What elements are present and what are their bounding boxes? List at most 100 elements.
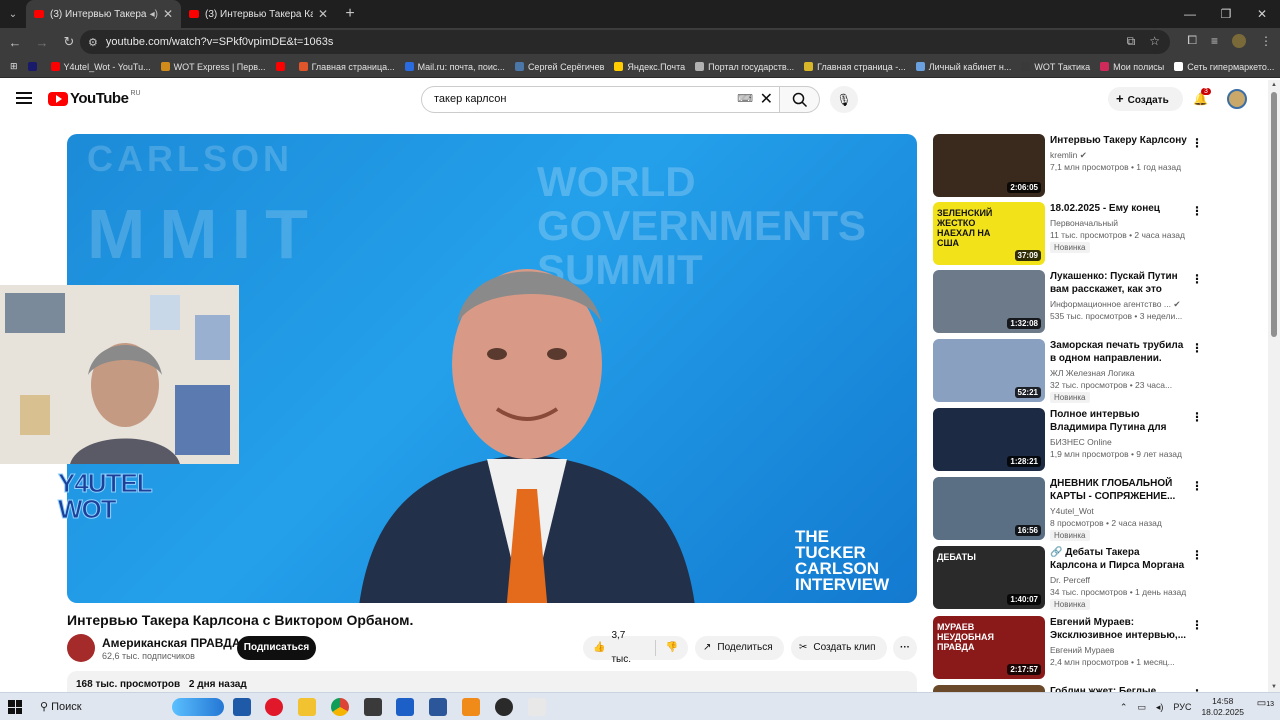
bookmark-item[interactable]: Сергей Серёгичев <box>514 62 604 72</box>
bookmark-r[interactable] <box>27 62 41 71</box>
more-vert-icon[interactable]: ⋮ <box>1191 272 1203 286</box>
video-thumbnail[interactable]: 2:06:05 <box>933 134 1045 197</box>
minimize-icon[interactable]: — <box>1172 0 1208 28</box>
bookmark-item[interactable]: Главная страница... <box>298 62 395 72</box>
notification-center-icon[interactable]: ▭13 <box>1257 698 1274 709</box>
forward-icon[interactable]: → <box>30 35 54 50</box>
bookmark-item[interactable]: Мои полисы <box>1100 62 1164 72</box>
back-icon[interactable]: ← <box>3 35 27 50</box>
chrome-icon[interactable] <box>331 698 349 716</box>
recommendation-channel[interactable]: Dr. Perceff <box>1050 575 1090 585</box>
tab-1[interactable]: (3) Интервью Такера Карлсона ◂) ✕ <box>26 0 181 28</box>
extensions-icon[interactable]: ⧠ <box>1187 33 1197 48</box>
search-input[interactable]: такер карлсон ⌨ ✕ <box>421 86 780 113</box>
bookmark-star-icon[interactable]: ☆ <box>1149 34 1160 49</box>
recommendation-item[interactable]: 2:06:05 Интервью Такеру Карлсону kremlin ✔… <box>933 134 1203 198</box>
bookmark-item[interactable]: Главная страница -... <box>804 62 906 72</box>
recommendation-channel[interactable]: ЖЛ Железная Логика <box>1050 368 1135 378</box>
yandex-browser-icon[interactable] <box>528 698 546 716</box>
video-thumbnail[interactable]: 1:28:21 <box>933 408 1045 471</box>
youtube-logo[interactable]: YouTube RU <box>48 90 141 107</box>
recommendation-title[interactable]: Заморская печать трубила в одном направл… <box>1050 339 1188 365</box>
page-scrollbar[interactable]: ▲ ▼ <box>1268 80 1280 692</box>
apps-icon[interactable]: ⊞ <box>10 61 18 72</box>
recommendation-title[interactable]: 🔗 Дебаты Такера Карлсона и Пирса Моргана… <box>1050 546 1188 573</box>
clip-button[interactable]: ✂ Создать клип <box>791 636 887 660</box>
recommendation-title[interactable]: Полное интервью Владимира Путина для тел… <box>1050 408 1188 435</box>
channel-name[interactable]: Американская ПРАВДА <box>102 636 241 650</box>
more-vert-icon[interactable]: ⋮ <box>1191 618 1203 632</box>
video-thumbnail[interactable]: ЗЕЛЕНСКИЙ ЖЕСТКО НАЕХАЛ НА США 37:09 <box>933 202 1045 265</box>
obs-icon[interactable] <box>495 698 513 716</box>
bookmark-item[interactable]: Портал государств... <box>695 62 794 72</box>
scroll-up-icon[interactable]: ▲ <box>1271 82 1277 88</box>
vlc-icon[interactable] <box>462 698 480 716</box>
media-icon[interactable]: ≡ <box>1211 34 1218 48</box>
tab-2[interactable]: (3) Интервью Такера Карлсона ✕ <box>181 0 336 28</box>
speaker-icon[interactable]: ◂) <box>150 9 158 20</box>
recommendation-item[interactable]: Гоблин жжет: Беглые звёзды...⋮ <box>933 685 1203 692</box>
create-button[interactable]: + Создать <box>1108 87 1183 111</box>
recommendation-item[interactable]: 52:21 Заморская печать трубила в одном на… <box>933 339 1203 403</box>
opera-icon[interactable] <box>265 698 283 716</box>
recommendation-channel[interactable]: Информационное агентство ... ✔ <box>1050 299 1180 310</box>
video-thumbnail[interactable] <box>933 685 1045 692</box>
video-thumbnail[interactable]: 52:21 <box>933 339 1045 402</box>
network-icon[interactable]: ▭ <box>1137 702 1146 713</box>
word-icon[interactable] <box>429 698 447 716</box>
recommendation-title[interactable]: Интервью Такеру Карлсону <box>1050 134 1188 147</box>
chrome-menu-icon[interactable]: ⋮ <box>1260 34 1272 48</box>
language-indicator[interactable]: РУС <box>1173 702 1191 712</box>
recommendation-title[interactable]: ДНЕВНИК ГЛОБАЛЬНОЙ КАРТЫ - СОПРЯЖЕНИЕ... <box>1050 477 1188 503</box>
recommendation-title[interactable]: 18.02.2025 - Ему конец <box>1050 202 1188 215</box>
omnibox[interactable]: ⚙ youtube.com/watch?v=SPkf0vpimDE&t=1063… <box>80 30 1170 54</box>
bookmark-item[interactable]: WOT Express | Перв... <box>160 62 266 72</box>
voice-search-icon[interactable]: 🎙 <box>830 86 858 113</box>
menu-icon[interactable] <box>16 92 32 104</box>
like-button[interactable]: 👍 3,7 тыс. <box>583 630 656 665</box>
vpn-app-icon[interactable] <box>396 698 414 716</box>
recommendation-title[interactable]: Гоблин жжет: Беглые звёзды... <box>1050 685 1188 692</box>
more-vert-icon[interactable]: ⋮ <box>1191 204 1203 218</box>
profile-avatar-icon[interactable] <box>1232 33 1246 48</box>
close-window-icon[interactable]: ✕ <box>1244 0 1280 28</box>
task-view-icon[interactable] <box>233 698 251 716</box>
close-tab-icon[interactable]: ✕ <box>163 7 173 21</box>
restore-icon[interactable]: ❐ <box>1208 0 1244 28</box>
account-avatar[interactable] <box>1227 89 1247 109</box>
more-vert-icon[interactable]: ⋮ <box>1191 136 1203 150</box>
bookmark-item[interactable]: Личный кабинет н... <box>915 62 1011 72</box>
clear-search-icon[interactable]: ✕ <box>760 87 773 112</box>
video-thumbnail[interactable]: ДЕБАТЫ 1:40:07 <box>933 546 1045 609</box>
file-explorer-icon[interactable] <box>298 698 316 716</box>
bookmark-item[interactable]: Y4utel_Wot - YouTu... <box>50 62 151 72</box>
recommendation-channel[interactable]: Первоначальный <box>1050 218 1118 228</box>
dislike-button[interactable]: 👎 <box>656 636 688 660</box>
bookmark-item[interactable]: Mail.ru: почта, поис... <box>404 62 505 72</box>
recommendation-item[interactable]: МУРАЕВ НЕУДОБНАЯ ПРАВДА 2:17:57 Евгений Му… <box>933 616 1203 680</box>
scrollbar-thumb[interactable] <box>1271 92 1277 337</box>
game-app-icon[interactable] <box>364 698 382 716</box>
more-vert-icon[interactable]: ⋮ <box>1191 479 1203 493</box>
video-thumbnail[interactable]: 1:32:08 <box>933 270 1045 333</box>
recommendation-title[interactable]: Евгений Мураев: Эксклюзивное интервью,..… <box>1050 616 1188 642</box>
tray-expand-icon[interactable]: ⌃ <box>1120 702 1128 713</box>
recommendation-item[interactable]: 16:56 ДНЕВНИК ГЛОБАЛЬНОЙ КАРТЫ - СОПРЯЖЕН… <box>933 477 1203 541</box>
bookmark-item[interactable]: Сеть гипермаркето... <box>1174 62 1274 72</box>
site-info-icon[interactable]: ⚙ <box>88 36 98 49</box>
reload-icon[interactable]: ↻ <box>57 34 81 50</box>
new-tab-button[interactable]: + <box>336 5 364 23</box>
volume-icon[interactable]: ◂) <box>1156 702 1164 713</box>
recommendation-item[interactable]: 1:32:08 Лукашенко: Пускай Путин вам расск… <box>933 270 1203 334</box>
recommendation-item[interactable]: ЗЕЛЕНСКИЙ ЖЕСТКО НАЕХАЛ НА США 37:09 18.02… <box>933 202 1203 266</box>
video-thumbnail[interactable]: МУРАЕВ НЕУДОБНАЯ ПРАВДА 2:17:57 <box>933 616 1045 679</box>
more-actions-button[interactable]: ··· <box>893 636 917 660</box>
share-button[interactable]: ↗ Поделиться <box>695 636 784 660</box>
subscribe-button[interactable]: Подписаться <box>237 636 316 660</box>
recommendation-channel[interactable]: БИЗНЕС Online <box>1050 437 1112 447</box>
recommendation-item[interactable]: ДЕБАТЫ 1:40:07 🔗 Дебаты Такера Карлсона и … <box>933 546 1203 610</box>
recommendation-channel[interactable]: kremlin ✔ <box>1050 150 1087 161</box>
bookmark-item[interactable]: Яндекс.Почта <box>614 62 685 72</box>
channel-avatar[interactable] <box>67 634 95 662</box>
search-button[interactable] <box>780 86 820 113</box>
